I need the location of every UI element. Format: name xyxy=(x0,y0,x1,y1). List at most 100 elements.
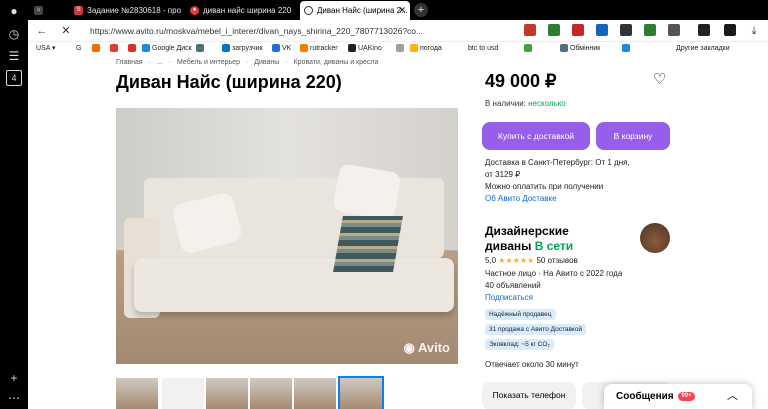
thumbnail[interactable] xyxy=(294,378,336,409)
tab-search[interactable]: ● диван найс ширина 220 xyxy=(186,1,296,20)
breadcrumb-separator: · xyxy=(168,59,172,66)
weather-icon xyxy=(410,44,418,53)
bookmark-item[interactable] xyxy=(196,42,206,56)
bookmark-uakino[interactable]: UAKino xyxy=(348,42,382,56)
listing-title: Диван Найс (ширина 220) xyxy=(116,72,342,92)
url-field[interactable]: https://www.avito.ru/moskva/mebel_i_inte… xyxy=(90,23,438,39)
favorite-heart-icon[interactable]: ♡ xyxy=(653,72,669,88)
sp-favicon: S xyxy=(74,6,83,16)
history-icon[interactable]: ◷ xyxy=(6,26,22,42)
breadcrumb-separator: · xyxy=(148,59,151,66)
uakino-icon xyxy=(348,44,356,53)
extension-icon[interactable] xyxy=(548,24,560,36)
drive-icon xyxy=(142,44,150,53)
bookmark-loader[interactable]: загрузчик xyxy=(222,42,263,56)
bookmark-vk[interactable]: VK xyxy=(272,42,291,56)
seller-name[interactable]: Дизайнерские диваны В сети xyxy=(485,224,635,254)
other-bookmarks[interactable]: Другие закладки xyxy=(676,42,730,56)
badge-delivery-sales: 31 продажа с Авито Доставкой xyxy=(485,324,587,335)
rating-stars-icon: ★★★★★ xyxy=(498,256,535,265)
chevron-up-icon[interactable]: ︿ xyxy=(727,384,738,409)
bookmarks-bar: USA ▾ G Google Диск загрузчик VK rutrack… xyxy=(28,42,768,56)
breadcrumb-separator: · xyxy=(285,59,288,66)
youtube-icon xyxy=(110,44,118,53)
show-phone-button[interactable]: Показать телефон xyxy=(482,382,576,409)
bookmark-rutracker[interactable]: rutracker xyxy=(300,42,338,56)
main-photo[interactable]: ◉ Avito xyxy=(116,108,458,364)
throw-blanket xyxy=(333,216,403,272)
messages-panel[interactable]: Сообщения 99+ ︿ xyxy=(604,384,752,409)
new-tab-button[interactable]: + xyxy=(414,3,428,17)
tab-count-icon[interactable]: 4 xyxy=(6,70,22,86)
add-to-cart-button[interactable]: В корзину xyxy=(596,122,670,150)
bookmark-google[interactable]: G xyxy=(76,42,81,56)
subscribe-link[interactable]: Подписаться xyxy=(485,292,622,304)
thumbnail[interactable] xyxy=(206,378,248,409)
bookmark-item[interactable] xyxy=(524,42,534,56)
bookmark-youtube[interactable] xyxy=(110,42,120,56)
stop-icon[interactable]: ✕ xyxy=(58,23,74,39)
delivery-info-link[interactable]: Об Авито Доставке xyxy=(485,193,665,205)
vk-icon xyxy=(272,44,280,53)
tab-bar: ⌂ S Задание №2830618 - про ● диван найс ши… xyxy=(28,0,768,20)
extension-icon[interactable] xyxy=(572,24,584,36)
bookmark-item[interactable] xyxy=(396,42,406,56)
tab-profile[interactable]: ⌂ xyxy=(30,1,60,20)
avatar-icon: ⌂ xyxy=(34,6,43,16)
bookmark-icon xyxy=(622,44,630,53)
breadcrumb-item[interactable]: Главная xyxy=(116,59,143,66)
bookmark-item[interactable] xyxy=(622,42,632,56)
extension-icon[interactable] xyxy=(724,24,736,36)
breadcrumb-item[interactable]: ... xyxy=(157,59,163,66)
bookmark-item[interactable] xyxy=(92,42,102,56)
extension-icon[interactable] xyxy=(668,24,680,36)
close-tab-icon[interactable]: ✕ xyxy=(398,1,406,20)
yandex-favicon: ● xyxy=(190,6,199,16)
availability: В наличии: несколько xyxy=(485,99,566,108)
loading-icon xyxy=(304,6,313,16)
extension-icon[interactable] xyxy=(524,24,536,36)
reviews-link[interactable]: 50 отзывов xyxy=(536,256,577,265)
online-status: В сети xyxy=(534,239,574,253)
messages-badge: 99+ xyxy=(678,391,695,401)
seller-info: Частное лицо · На Авито с 2022 года 40 о… xyxy=(485,269,623,304)
bookmark-drive[interactable]: Google Диск xyxy=(142,42,192,56)
tab-avito[interactable]: Диван Найс (ширина 2... ✕ xyxy=(300,1,410,20)
more-icon[interactable]: ⋯ xyxy=(6,390,22,406)
thumbnail[interactable] xyxy=(162,378,204,409)
breadcrumb-item[interactable]: Кровати, диваны и кресла xyxy=(294,59,379,66)
profile-icon[interactable]: ● xyxy=(6,3,22,19)
breadcrumb-item[interactable]: Диваны xyxy=(254,59,279,66)
breadcrumb: Главная · ... · Мебель и интерьер · Дива… xyxy=(116,59,382,66)
bookmark-icon xyxy=(524,44,532,53)
tab-task[interactable]: S Задание №2830618 - про xyxy=(70,1,182,20)
badge-reliable-seller: Надёжный продавец xyxy=(485,309,556,320)
extension-icon[interactable] xyxy=(644,24,656,36)
thumbnail[interactable] xyxy=(250,378,292,409)
bookmark-usa[interactable]: USA ▾ xyxy=(36,42,55,56)
bookmark-weather[interactable]: погода xyxy=(410,42,442,56)
thumbnail-selected[interactable] xyxy=(338,376,384,409)
exchanger-icon xyxy=(560,44,568,53)
seller-ads-link[interactable]: 40 объявлений xyxy=(485,280,622,292)
seller-avatar[interactable] xyxy=(640,223,670,253)
seller-rating: 5,0 ★★★★★ 50 отзывов xyxy=(485,256,578,265)
gmail-icon xyxy=(128,44,136,53)
download-icon[interactable]: ⤓ xyxy=(746,23,762,39)
bookmark-exchanger[interactable]: Обмінник xyxy=(560,42,600,56)
thumbnail[interactable] xyxy=(116,378,158,409)
extension-icon[interactable] xyxy=(596,24,608,36)
add-panel-icon[interactable]: + xyxy=(6,370,22,386)
address-bar-row: ← ✕ https://www.avito.ru/moskva/mebel_i_… xyxy=(28,20,768,42)
buy-with-delivery-button[interactable]: Купить с доставкой xyxy=(482,122,590,150)
browser-sidebar: ● ◷ ☰ 4 + ⋯ xyxy=(0,0,28,409)
extension-icon[interactable] xyxy=(698,24,710,36)
bookmarks-icon[interactable]: ☰ xyxy=(6,48,22,64)
breadcrumb-item[interactable]: Мебель и интерьер xyxy=(177,59,240,66)
back-icon[interactable]: ← xyxy=(34,23,50,39)
bookmark-icon xyxy=(196,44,204,53)
bookmark-btc[interactable]: btc to usd xyxy=(468,42,498,56)
bookmark-icon xyxy=(92,44,100,53)
bookmark-gmail[interactable] xyxy=(128,42,138,56)
extension-icon[interactable] xyxy=(620,24,632,36)
